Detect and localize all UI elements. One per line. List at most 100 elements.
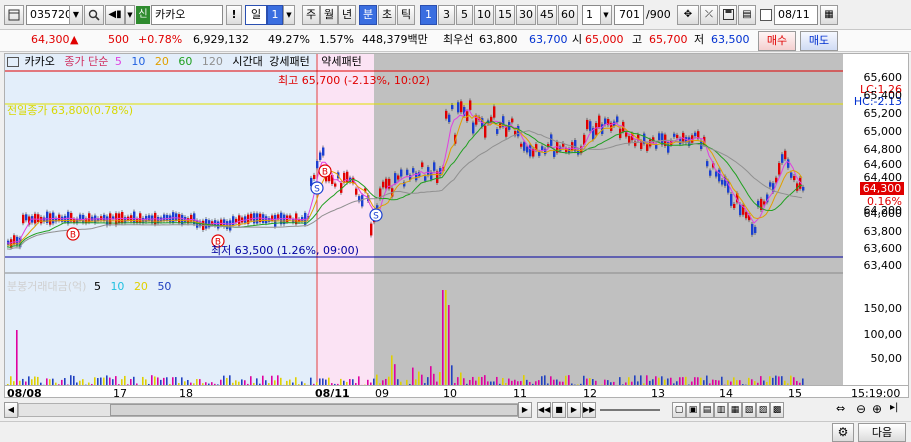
chart-area[interactable]: BBBSS 카카오 종가 단순 5 10 20 60 120 시간대 강세패턴 …: [4, 53, 909, 398]
zoom-in-icon[interactable]: ▣: [686, 402, 700, 418]
price-axis: 65,600 65,400 65,200 65,000 64,800 64,60…: [844, 54, 908, 284]
date-label: 12: [583, 387, 597, 398]
period-dropdown-icon[interactable]: ▼: [283, 5, 295, 25]
date-label: 10: [443, 387, 457, 398]
fast-forward-icon[interactable]: ▶▶: [582, 402, 596, 418]
play-icon[interactable]: ▶: [567, 402, 581, 418]
volume-bar: [472, 376, 474, 385]
volume-bar: [682, 377, 684, 385]
calendar-icon[interactable]: ▦: [820, 5, 838, 25]
settings-gear-icon[interactable]: ⚙: [832, 423, 854, 442]
volume-bar: [391, 355, 393, 385]
scroll-thumb[interactable]: [110, 404, 518, 416]
date-checkbox[interactable]: [760, 9, 772, 21]
candle-body: [706, 161, 709, 167]
period-number-button[interactable]: 1: [267, 5, 283, 25]
chart-tool-icon[interactable]: ⤫: [700, 5, 718, 25]
period-month-button[interactable]: 월: [320, 5, 338, 25]
expand-icon[interactable]: ▧: [742, 402, 756, 418]
crosshair-icon[interactable]: ✥: [677, 5, 699, 25]
candle-body: [133, 211, 136, 224]
volume-bar: [496, 376, 498, 385]
period-tick-button[interactable]: 틱: [397, 5, 415, 25]
scroll-end-icon[interactable]: ▸|: [890, 402, 898, 413]
interval-button-30[interactable]: 30: [516, 5, 536, 25]
volume-bar: [484, 375, 486, 385]
rewind-icon[interactable]: ◀◀: [537, 402, 551, 418]
window-icon[interactable]: [4, 5, 24, 25]
alert-button[interactable]: !: [226, 5, 242, 25]
candle-body: [469, 100, 472, 110]
fit-icon[interactable]: ▩: [770, 402, 784, 418]
interval-button-1[interactable]: 1: [420, 5, 437, 25]
volume-bar: [463, 378, 465, 385]
volume-ratio-percent: 1.57%: [319, 33, 354, 46]
volume-ma-20: 20: [133, 280, 148, 293]
layout-icon[interactable]: ▥: [714, 402, 728, 418]
candle-body: [484, 125, 487, 138]
stock-code-input[interactable]: 035720: [26, 5, 72, 25]
interval-button-5[interactable]: 5: [456, 5, 473, 25]
date-input[interactable]: 08/11: [774, 5, 818, 25]
candle-body: [460, 101, 463, 113]
speed-slider[interactable]: [600, 409, 660, 411]
chart-canvas[interactable]: BBBSS: [5, 54, 909, 398]
zoom-out-icon[interactable]: ▢: [672, 402, 686, 418]
candle-body: [52, 212, 55, 224]
chart-settings-icon[interactable]: [7, 57, 19, 67]
volume-bar: [262, 375, 264, 385]
candle-body: [427, 167, 430, 176]
view-mode-icon[interactable]: ▤: [700, 402, 714, 418]
period-second-button[interactable]: 초: [378, 5, 396, 25]
save-icon[interactable]: [719, 5, 737, 25]
next-button[interactable]: 다음: [858, 423, 906, 442]
interval-button-45[interactable]: 45: [537, 5, 557, 25]
volume-bar: [457, 377, 459, 385]
stock-name-field[interactable]: 카카오: [151, 5, 223, 25]
scroll-right-icon[interactable]: ▶: [518, 402, 532, 418]
candle-body: [790, 172, 793, 178]
top-toolbar: 035720 ▼ ◀▮ ▼ 신 카카오 ! 일 1 ▼ 주 월 년 분 초 틱 …: [0, 0, 911, 30]
stop-icon[interactable]: ■: [552, 402, 566, 418]
hand-icon[interactable]: ⇔: [836, 402, 845, 415]
split-dropdown-icon[interactable]: ▼: [125, 5, 135, 25]
bar-count-input[interactable]: 701: [614, 5, 644, 25]
volume-axis-label: 150,00: [863, 302, 903, 315]
interval-button-15[interactable]: 15: [495, 5, 515, 25]
grid-icon[interactable]: ▦: [728, 402, 742, 418]
interval-button-60[interactable]: 60: [558, 5, 578, 25]
legend-ma-120: 120: [201, 55, 223, 68]
print-icon[interactable]: ▤: [738, 5, 756, 25]
interval-button-3[interactable]: 3: [438, 5, 455, 25]
candle-body: [385, 178, 388, 189]
search-icon[interactable]: [84, 5, 104, 25]
candle-body: [787, 159, 790, 168]
scroll-left-icon[interactable]: ◀: [4, 402, 18, 418]
code-dropdown-icon[interactable]: ▼: [69, 5, 83, 25]
date-label: 14: [719, 387, 733, 398]
sell-button[interactable]: 매도: [800, 31, 838, 51]
price-axis-label: 63,400: [863, 259, 903, 272]
zoom-minus-icon[interactable]: ⊖: [856, 402, 866, 416]
interval-button-10[interactable]: 10: [474, 5, 494, 25]
candle-body: [37, 214, 40, 223]
candle-body: [646, 144, 649, 151]
period-minute-button[interactable]: 분: [359, 5, 377, 25]
compress-icon[interactable]: ▨: [756, 402, 770, 418]
candle-body: [451, 105, 454, 110]
period-day-button[interactable]: 일: [245, 5, 267, 25]
period-week-button[interactable]: 주: [302, 5, 320, 25]
date-label: 15: [788, 387, 802, 398]
sound-icon[interactable]: ◀▮: [105, 5, 125, 25]
period-year-button[interactable]: 년: [338, 5, 356, 25]
candle-body: [166, 214, 169, 221]
candle-body: [598, 115, 601, 127]
volume-title: 분봉거래대금(억): [7, 280, 87, 293]
candle-body: [319, 152, 322, 160]
candle-body: [721, 179, 724, 185]
zoom-plus-icon[interactable]: ⊕: [872, 402, 882, 416]
volume-bar: [619, 377, 621, 385]
buy-button[interactable]: 매수: [758, 31, 796, 51]
interval-select-dropdown-icon[interactable]: ▼: [600, 5, 612, 25]
legend-pattern-strong: 강세패턴: [269, 55, 310, 68]
